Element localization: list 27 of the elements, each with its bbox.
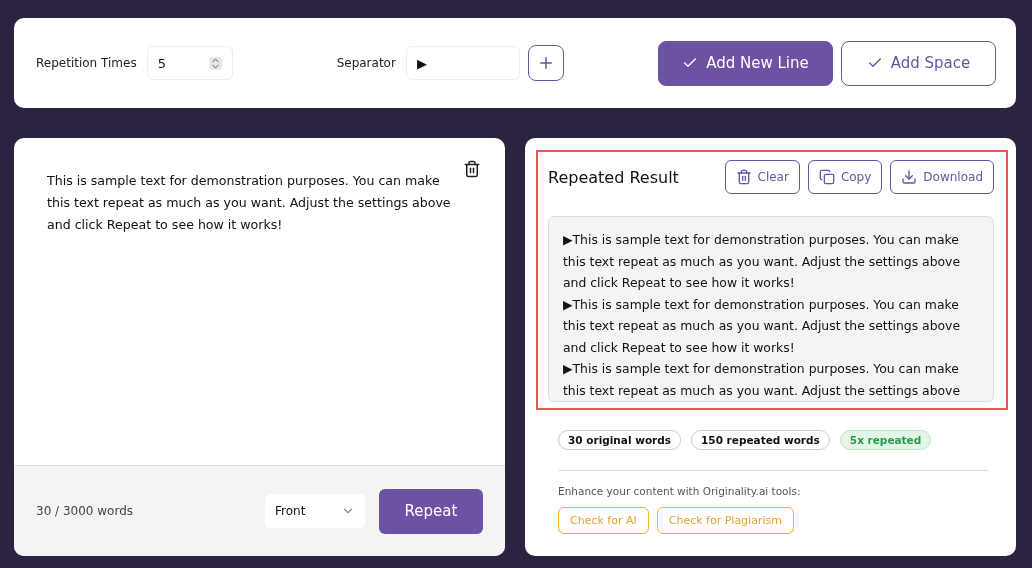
stat-chip: 30 original words [558, 430, 682, 450]
input-text[interactable]: This is sample text for demonstration purposes. You can make this text repeat as much as you want. Adjust the settings above and click Repeat to see how it works! [14, 138, 505, 465]
result-line: ▶This is sample text for demonstration purposes. You can make this text repeat as much as you want. Adjust the settings above [563, 360, 962, 400]
result-line: ▶This is sample text for demonstration purposes. You can make this text repeat as much as you want. Adjust the settings above and click Repeat to see how it works! [563, 295, 962, 357]
field-label: Repetition Times [36, 56, 137, 70]
copy-icon [818, 169, 835, 185]
word-count: 30 / 3000 words [36, 504, 135, 518]
number-field[interactable]: 5 [146, 46, 233, 80]
result-line: ▶This is sample text for demonstration purposes. You can make this text repeat as much as you want. Adjust the settings above and click Repeat to see how it works! [563, 231, 962, 292]
option-button[interactable]: Add Space [841, 40, 996, 86]
clear-button[interactable]: Clear [724, 160, 800, 194]
trash-icon [735, 169, 752, 185]
download-button[interactable]: Download [890, 160, 994, 194]
promo-text: Enhance your content with Originality.ai tools: [557, 485, 802, 497]
separator-field[interactable]: ▶ [405, 46, 520, 80]
stat-chip: 150 repeated words [691, 430, 830, 450]
stat-chip: 5x repeated [839, 430, 932, 450]
result-title: Repeated Result [548, 167, 680, 187]
option-button[interactable]: Add New Line [658, 40, 833, 86]
spinner-icon[interactable] [208, 56, 222, 70]
position-select[interactable]: Front [265, 494, 365, 528]
copy-button[interactable]: Copy [807, 160, 883, 194]
field-label: Separator [336, 56, 396, 70]
repeat-button[interactable]: Repeat [379, 488, 483, 534]
add-button[interactable] [527, 45, 564, 81]
trash-icon[interactable] [463, 160, 481, 178]
download-icon [901, 169, 918, 185]
